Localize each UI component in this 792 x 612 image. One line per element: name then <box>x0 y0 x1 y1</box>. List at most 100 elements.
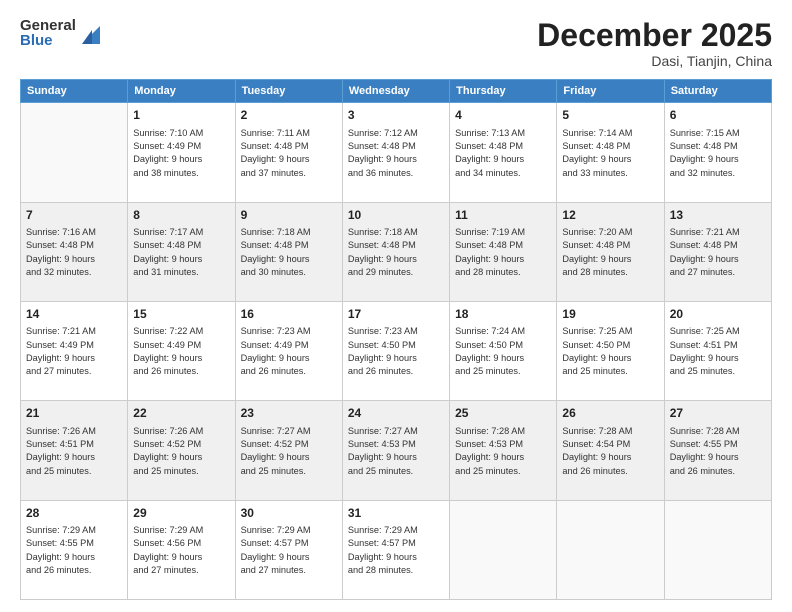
calendar-cell: 4Sunrise: 7:13 AMSunset: 4:48 PMDaylight… <box>450 103 557 202</box>
day-info-line: Daylight: 9 hours <box>348 451 444 464</box>
day-number: 18 <box>455 306 551 323</box>
day-info-line: Sunrise: 7:19 AM <box>455 226 551 239</box>
day-info-line: and 26 minutes. <box>133 365 229 378</box>
day-info-line: Sunrise: 7:29 AM <box>26 524 122 537</box>
day-info-line: Daylight: 9 hours <box>133 352 229 365</box>
day-info-line: and 32 minutes. <box>26 266 122 279</box>
day-info-line: Daylight: 9 hours <box>455 451 551 464</box>
day-info-line: Sunrise: 7:27 AM <box>348 425 444 438</box>
day-number: 7 <box>26 207 122 224</box>
day-info-line: and 27 minutes. <box>133 564 229 577</box>
calendar-header-row: SundayMondayTuesdayWednesdayThursdayFrid… <box>21 80 772 103</box>
day-number: 17 <box>348 306 444 323</box>
day-info-line: Sunset: 4:51 PM <box>670 339 766 352</box>
calendar-week-row: 1Sunrise: 7:10 AMSunset: 4:49 PMDaylight… <box>21 103 772 202</box>
day-info-line: Daylight: 9 hours <box>455 253 551 266</box>
day-info-line: and 34 minutes. <box>455 167 551 180</box>
day-info-line: Sunset: 4:51 PM <box>26 438 122 451</box>
day-info-line: and 29 minutes. <box>348 266 444 279</box>
day-info-line: Daylight: 9 hours <box>455 153 551 166</box>
day-number: 16 <box>241 306 337 323</box>
day-info-line: Sunrise: 7:18 AM <box>348 226 444 239</box>
day-info-line: Sunset: 4:52 PM <box>133 438 229 451</box>
calendar-cell: 20Sunrise: 7:25 AMSunset: 4:51 PMDayligh… <box>664 301 771 400</box>
calendar-cell: 23Sunrise: 7:27 AMSunset: 4:52 PMDayligh… <box>235 401 342 500</box>
day-number: 6 <box>670 107 766 124</box>
day-number: 20 <box>670 306 766 323</box>
day-info-line: Sunrise: 7:20 AM <box>562 226 658 239</box>
day-info-line: Sunset: 4:48 PM <box>241 140 337 153</box>
day-info-line: Daylight: 9 hours <box>562 451 658 464</box>
calendar-cell: 16Sunrise: 7:23 AMSunset: 4:49 PMDayligh… <box>235 301 342 400</box>
calendar-cell: 5Sunrise: 7:14 AMSunset: 4:48 PMDaylight… <box>557 103 664 202</box>
day-info-line: and 25 minutes. <box>562 365 658 378</box>
day-info-line: and 26 minutes. <box>670 465 766 478</box>
day-info-line: Sunset: 4:55 PM <box>26 537 122 550</box>
day-number: 29 <box>133 505 229 522</box>
title-area: December 2025 Dasi, Tianjin, China <box>537 18 772 69</box>
day-number: 30 <box>241 505 337 522</box>
day-info-line: Sunrise: 7:23 AM <box>348 325 444 338</box>
calendar-cell: 14Sunrise: 7:21 AMSunset: 4:49 PMDayligh… <box>21 301 128 400</box>
day-info-line: Sunrise: 7:26 AM <box>133 425 229 438</box>
day-info-line: and 28 minutes. <box>455 266 551 279</box>
day-info-line: Sunrise: 7:17 AM <box>133 226 229 239</box>
day-info-line: and 28 minutes. <box>348 564 444 577</box>
calendar-cell: 26Sunrise: 7:28 AMSunset: 4:54 PMDayligh… <box>557 401 664 500</box>
logo-icon <box>78 20 100 46</box>
day-info-line: and 36 minutes. <box>348 167 444 180</box>
col-header-tuesday: Tuesday <box>235 80 342 103</box>
day-info-line: Daylight: 9 hours <box>133 253 229 266</box>
day-info-line: and 26 minutes. <box>562 465 658 478</box>
calendar-cell <box>557 500 664 599</box>
day-number: 15 <box>133 306 229 323</box>
day-info-line: Daylight: 9 hours <box>455 352 551 365</box>
day-info-line: Sunset: 4:52 PM <box>241 438 337 451</box>
day-info-line: Sunset: 4:49 PM <box>133 140 229 153</box>
day-info-line: Sunset: 4:48 PM <box>455 239 551 252</box>
day-info-line: Sunset: 4:57 PM <box>348 537 444 550</box>
calendar-cell <box>450 500 557 599</box>
day-info-line: Daylight: 9 hours <box>670 352 766 365</box>
day-info-line: Daylight: 9 hours <box>26 551 122 564</box>
day-info-line: Sunset: 4:56 PM <box>133 537 229 550</box>
calendar-cell: 1Sunrise: 7:10 AMSunset: 4:49 PMDaylight… <box>128 103 235 202</box>
day-info-line: Sunrise: 7:15 AM <box>670 127 766 140</box>
day-info-line: Daylight: 9 hours <box>562 352 658 365</box>
day-info-line: Daylight: 9 hours <box>562 153 658 166</box>
day-info-line: Sunrise: 7:12 AM <box>348 127 444 140</box>
day-number: 3 <box>348 107 444 124</box>
calendar-cell: 18Sunrise: 7:24 AMSunset: 4:50 PMDayligh… <box>450 301 557 400</box>
location-subtitle: Dasi, Tianjin, China <box>537 53 772 69</box>
calendar-cell: 7Sunrise: 7:16 AMSunset: 4:48 PMDaylight… <box>21 202 128 301</box>
day-info-line: Sunrise: 7:21 AM <box>26 325 122 338</box>
day-info-line: Sunset: 4:48 PM <box>562 140 658 153</box>
day-info-line: Sunrise: 7:14 AM <box>562 127 658 140</box>
day-info-line: Daylight: 9 hours <box>241 153 337 166</box>
calendar-cell: 22Sunrise: 7:26 AMSunset: 4:52 PMDayligh… <box>128 401 235 500</box>
calendar-cell: 27Sunrise: 7:28 AMSunset: 4:55 PMDayligh… <box>664 401 771 500</box>
calendar-cell: 8 Sunrise: 7:17 AMSunset: 4:48 PMDaylight… <box>128 202 235 301</box>
day-number: 8 <box>133 207 229 224</box>
day-info-line: Sunset: 4:53 PM <box>348 438 444 451</box>
calendar-table: SundayMondayTuesdayWednesdayThursdayFrid… <box>20 79 772 600</box>
calendar-cell: 28Sunrise: 7:29 AMSunset: 4:55 PMDayligh… <box>21 500 128 599</box>
day-info-line: and 26 minutes. <box>26 564 122 577</box>
day-info-line: Sunrise: 7:10 AM <box>133 127 229 140</box>
day-info-line: Sunset: 4:50 PM <box>348 339 444 352</box>
day-number: 27 <box>670 405 766 422</box>
calendar-week-row: 28Sunrise: 7:29 AMSunset: 4:55 PMDayligh… <box>21 500 772 599</box>
day-number: 25 <box>455 405 551 422</box>
day-info-line: and 30 minutes. <box>241 266 337 279</box>
day-info-line: Sunrise: 7:18 AM <box>241 226 337 239</box>
day-info-line: Sunset: 4:48 PM <box>241 239 337 252</box>
day-info-line: Daylight: 9 hours <box>133 153 229 166</box>
calendar-cell: 29Sunrise: 7:29 AMSunset: 4:56 PMDayligh… <box>128 500 235 599</box>
day-info-line: Sunset: 4:53 PM <box>455 438 551 451</box>
day-number: 24 <box>348 405 444 422</box>
day-info-line: and 32 minutes. <box>670 167 766 180</box>
day-info-line: Sunrise: 7:26 AM <box>26 425 122 438</box>
day-number: 19 <box>562 306 658 323</box>
day-info-line: and 27 minutes. <box>241 564 337 577</box>
day-info-line: Sunset: 4:48 PM <box>133 239 229 252</box>
